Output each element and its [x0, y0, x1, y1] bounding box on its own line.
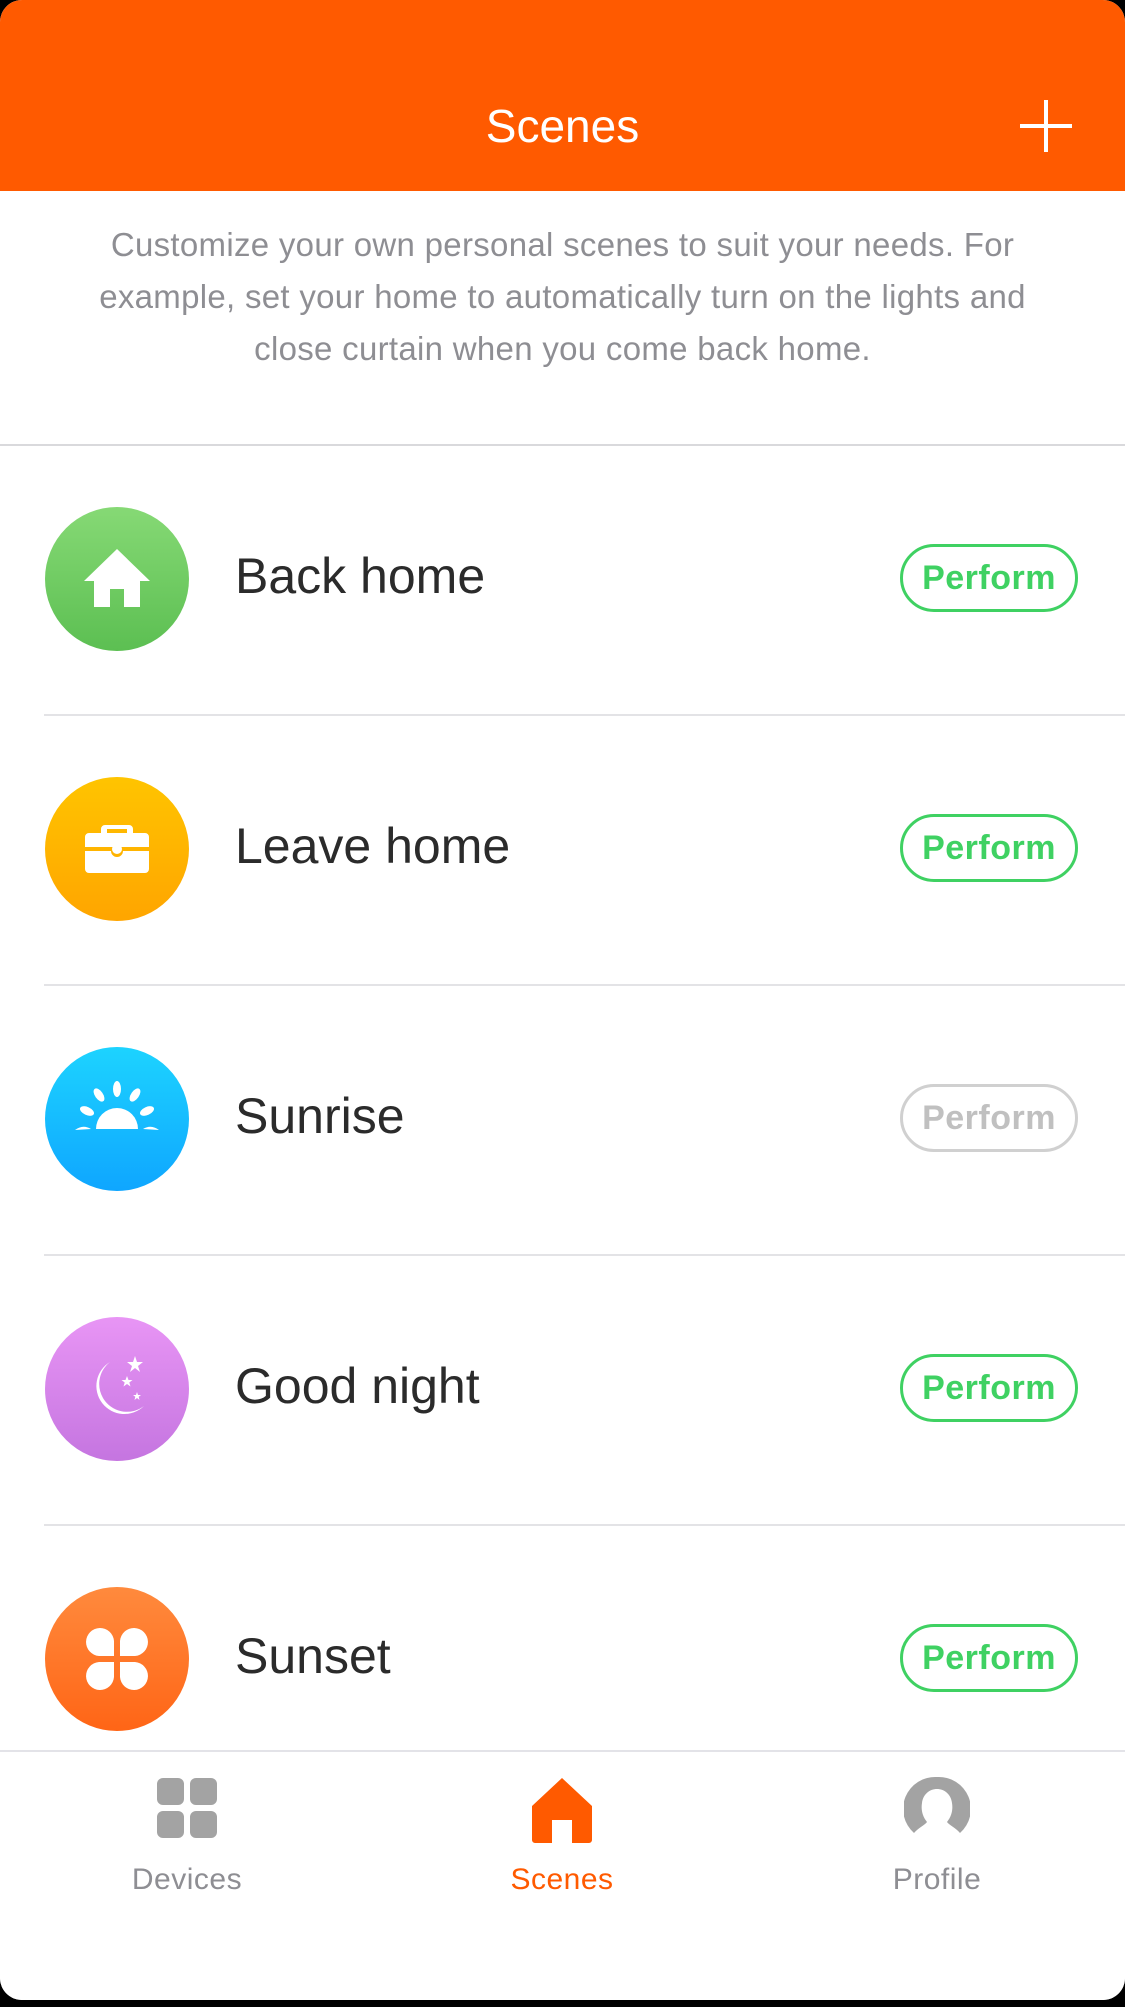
house-icon: [532, 1778, 592, 1843]
scene-name: Sunset: [235, 1628, 391, 1684]
tab-label: Profile: [892, 1863, 982, 1896]
briefcase-icon: [85, 825, 149, 873]
clover-icon: [86, 1628, 148, 1690]
scene-row-sunrise[interactable]: Sunrise Perform: [0, 986, 1125, 1256]
scenes-screen: Scenes Customize your own personal scene…: [0, 0, 1125, 2000]
plus-icon: [1020, 100, 1072, 152]
intro-text: Customize your own personal scenes to su…: [99, 226, 1026, 367]
scene-icon-leave-home: [45, 777, 189, 921]
intro-section: Customize your own personal scenes to su…: [0, 191, 1125, 446]
perform-button[interactable]: Perform: [900, 814, 1078, 882]
add-scene-button[interactable]: [1018, 98, 1074, 154]
scene-row-back-home[interactable]: Back home Perform: [0, 446, 1125, 716]
tab-label: Scenes: [510, 1863, 614, 1896]
scene-name: Leave home: [235, 818, 511, 874]
tab-bar: Devices Scenes Profile: [0, 1750, 1125, 2000]
page-title: Scenes: [485, 100, 640, 152]
scene-row-good-night[interactable]: Good night Perform: [0, 1256, 1125, 1526]
scene-name: Sunrise: [235, 1088, 405, 1144]
scene-icon-sunset: [45, 1587, 189, 1731]
scene-icon-good-night: [45, 1317, 189, 1461]
nav-bar: Scenes: [0, 0, 1125, 191]
tab-devices[interactable]: Devices: [57, 1776, 317, 1916]
perform-button[interactable]: Perform: [900, 1624, 1078, 1692]
grid-icon: [157, 1778, 217, 1838]
scene-name: Back home: [235, 548, 486, 604]
scene-list: Back home Perform Leave home Perform Sun…: [0, 446, 1125, 1796]
tab-scenes[interactable]: Scenes: [432, 1776, 692, 1916]
moon-stars-icon: [96, 1356, 144, 1415]
scene-name: Good night: [235, 1358, 480, 1414]
perform-button[interactable]: Perform: [900, 544, 1078, 612]
tab-profile[interactable]: Profile: [807, 1776, 1067, 1916]
scene-icon-back-home: [45, 507, 189, 651]
sunrise-icon: [75, 1081, 159, 1130]
scene-icon-sunrise: [45, 1047, 189, 1191]
perform-button[interactable]: Perform: [900, 1084, 1078, 1152]
house-icon: [84, 549, 150, 607]
scene-row-leave-home[interactable]: Leave home Perform: [0, 716, 1125, 986]
tab-label: Devices: [131, 1863, 243, 1896]
person-icon: [904, 1776, 970, 1833]
perform-button[interactable]: Perform: [900, 1354, 1078, 1422]
